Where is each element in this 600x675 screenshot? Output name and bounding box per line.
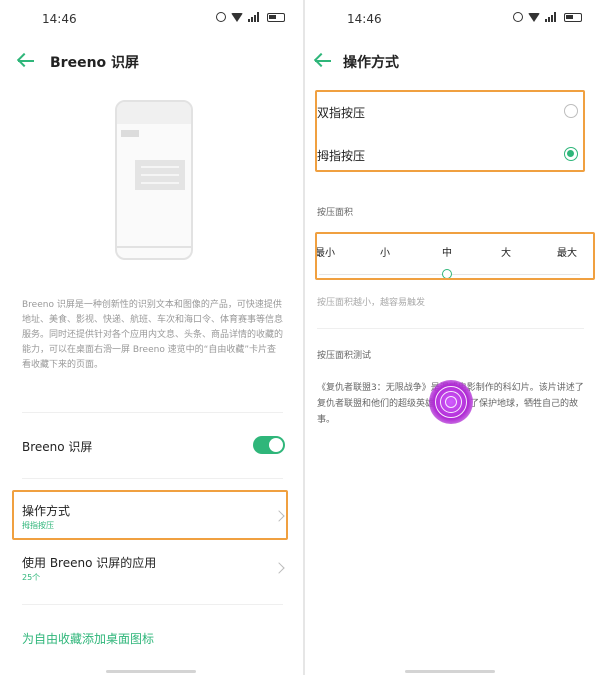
status-time: 14:46 (42, 12, 77, 26)
fingerprint-icon[interactable] (429, 380, 473, 424)
test-section-label: 按压面积测试 (317, 351, 372, 361)
divider (317, 328, 584, 329)
divider (22, 604, 283, 605)
operation-mode-screen: 14:46 操作方式 双指按压 拇指按压 按压面积 最小 小 中 大 最大 按压… (305, 0, 600, 675)
home-indicator (106, 670, 196, 673)
signal-icon (545, 12, 559, 22)
highlight-box (315, 90, 585, 172)
divider (22, 412, 283, 413)
status-bar: 14:46 (0, 8, 303, 32)
highlight-box (315, 232, 595, 280)
alarm-icon (513, 12, 523, 22)
header: Breeno 识屏 (0, 44, 303, 80)
toggle-label: Breeno 识屏 (22, 440, 93, 454)
battery-icon (267, 12, 285, 22)
back-arrow-icon[interactable] (18, 52, 38, 70)
breeno-toggle-switch[interactable] (253, 436, 285, 454)
highlight-box (12, 490, 288, 540)
divider (22, 478, 283, 479)
chevron-right-icon (273, 562, 285, 574)
phone-illustration (115, 100, 193, 260)
wifi-icon (231, 12, 243, 22)
wifi-icon (528, 12, 540, 22)
feature-description: Breeno 识屏是一种创新性的识别文本和图像的产品，可快速提供地址、美食、影视… (22, 300, 284, 370)
press-area-hint: 按压面积越小，越容易触发 (317, 298, 426, 308)
status-time: 14:46 (347, 12, 382, 26)
back-arrow-icon[interactable] (315, 52, 335, 70)
home-indicator (405, 670, 495, 673)
battery-icon (564, 12, 582, 22)
header: 操作方式 (305, 44, 600, 80)
apps-count: 25个 (22, 573, 41, 582)
status-bar: 14:46 (305, 8, 600, 32)
signal-icon (248, 12, 262, 22)
press-area-section-label: 按压面积 (317, 208, 354, 218)
alarm-icon (216, 12, 226, 22)
page-title: 操作方式 (343, 55, 399, 71)
apps-row[interactable]: 使用 Breeno 识屏的应用 25个 (0, 546, 303, 586)
breeno-settings-screen: 14:46 Breeno 识屏 Breeno 识屏是一种创新性的识别文本和图像的… (0, 0, 303, 675)
page-title: Breeno 识屏 (50, 55, 140, 71)
add-desktop-icon-link[interactable]: 为自由收藏添加桌面图标 (22, 630, 154, 647)
apps-label: 使用 Breeno 识屏的应用 (22, 556, 157, 570)
